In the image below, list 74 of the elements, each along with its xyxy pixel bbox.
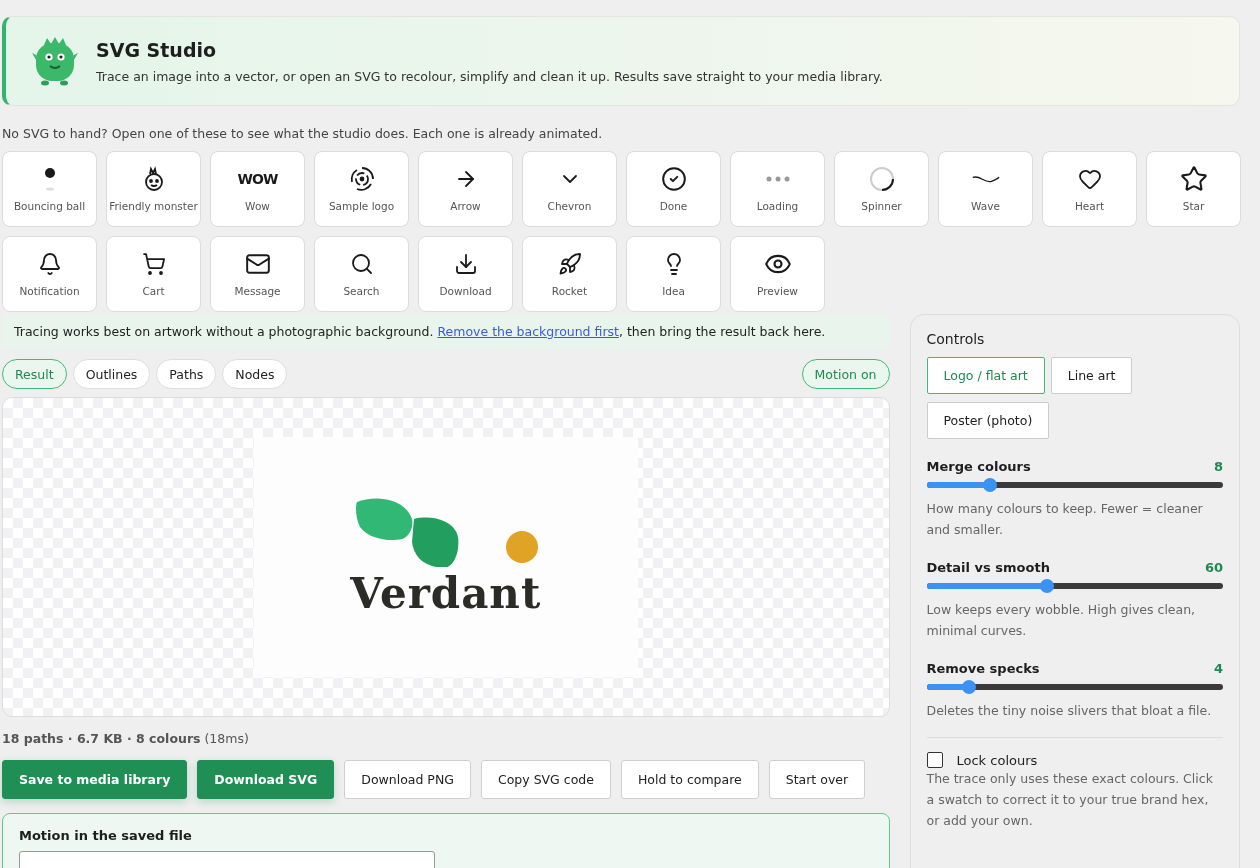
slider-thumb[interactable] xyxy=(983,478,998,492)
preset-button[interactable]: Logo / flat art xyxy=(926,357,1045,394)
action-button[interactable]: Copy SVG code xyxy=(480,760,611,799)
slider-thumb[interactable] xyxy=(962,680,977,694)
sample-tile[interactable]: Loading xyxy=(730,151,825,227)
sample-tile[interactable]: Download xyxy=(418,236,513,312)
slider-hint: How many colours to keep. Fewer = cleaner and smaller. xyxy=(926,500,1204,539)
action-button[interactable]: Download SVG xyxy=(197,760,335,799)
sample-tile[interactable]: Idea xyxy=(626,236,721,312)
sample-tile[interactable]: Message xyxy=(210,236,305,312)
search-icon xyxy=(349,252,374,276)
sample-tile[interactable]: Chevron xyxy=(522,151,617,227)
logo-icon xyxy=(348,166,375,192)
sample-tile[interactable]: Heart xyxy=(1042,151,1137,227)
sample-tile[interactable]: Notification xyxy=(2,236,97,312)
action-button[interactable]: Start over xyxy=(768,760,866,799)
motion-title: Motion in the saved file xyxy=(19,828,193,843)
sample-tile[interactable]: Rocket xyxy=(522,236,617,312)
sample-tile[interactable]: Bouncing ball xyxy=(2,151,97,227)
motion-toggle[interactable]: Motion on xyxy=(801,359,890,389)
lock-label: Lock colours xyxy=(956,752,1038,768)
slider-hint: Low keeps every wobble. High gives clean, minimal curves. xyxy=(926,601,1197,640)
tip-message: Tracing works best on artwork without a photographic background. Remove the background first, then bring the result back here. xyxy=(2,314,890,349)
sample-tile[interactable]: Cart xyxy=(106,236,201,312)
view-tab[interactable]: Result xyxy=(2,359,67,389)
preset-button[interactable]: Poster (photo) xyxy=(926,402,1050,439)
wow-glyph: WOW xyxy=(237,171,278,187)
action-button[interactable]: Download PNG xyxy=(344,760,471,799)
view-tab[interactable]: Outlines xyxy=(72,359,151,389)
view-tab[interactable]: Nodes xyxy=(222,359,288,389)
slider-value: 4 xyxy=(1213,661,1223,676)
lock-hint: The trace only uses these exact colours. Click a swatch to correct it to your true brand hex, or add your own. xyxy=(926,770,1214,830)
slider-value: 60 xyxy=(1204,560,1223,575)
sample-tile[interactable]: Search xyxy=(314,236,409,312)
sample-tile[interactable]: WOW Wow xyxy=(210,151,305,227)
sample-tile[interactable]: Friendly monster xyxy=(106,151,201,227)
trace-stats: 18 paths · 6.7 KB · 8 colours (18ms) xyxy=(2,731,250,746)
spinner-icon xyxy=(868,166,895,192)
mail-icon xyxy=(244,251,271,277)
action-button[interactable]: Save to media library xyxy=(2,760,188,799)
rocket-icon xyxy=(557,252,582,276)
sample-tile[interactable]: Sample logo xyxy=(314,151,409,227)
sample-tile[interactable]: Arrow xyxy=(418,151,513,227)
slider-label: Detail vs smooth xyxy=(926,560,1050,575)
app-title: SVG Studio xyxy=(96,38,218,61)
samples-intro: No SVG to hand? Open one of these to see what the studio does. Each one is already animated. xyxy=(2,126,604,141)
wave-icon xyxy=(971,173,1000,185)
view-tab[interactable]: Paths xyxy=(156,359,217,389)
mascot-icon xyxy=(30,35,80,87)
cart-icon xyxy=(141,252,166,276)
slider-thumb[interactable] xyxy=(1039,579,1054,593)
download-icon xyxy=(453,252,478,276)
sample-tile[interactable]: Wave xyxy=(938,151,1033,227)
check-icon xyxy=(660,166,687,192)
dots-icon xyxy=(765,176,790,182)
bell-icon xyxy=(37,252,62,276)
sample-tile[interactable]: Done xyxy=(626,151,721,227)
app-subtitle: Trace an image into a vector, or open an SVG to recolour, simplify and clean it up. Results save straight to your media library. xyxy=(96,68,883,84)
star-icon xyxy=(1179,165,1208,193)
slider-hint: Deletes the tiny noise slivers that bloat a file. xyxy=(926,702,1213,720)
remove-background-link[interactable]: Remove the background first xyxy=(437,324,619,339)
controls-title: Controls xyxy=(926,331,986,347)
slider-value: 8 xyxy=(1213,459,1223,474)
preset-button[interactable]: Line art xyxy=(1050,357,1133,394)
sample-tile[interactable]: Spinner xyxy=(834,151,929,227)
slider-label: Remove specks xyxy=(926,661,1040,676)
wordmark: Verdant xyxy=(350,568,542,618)
lock-checkbox[interactable] xyxy=(926,752,943,768)
action-button[interactable]: Hold to compare xyxy=(620,760,759,799)
heart-icon xyxy=(1077,167,1102,191)
sample-tile[interactable]: Preview xyxy=(730,236,825,312)
ball-icon xyxy=(43,166,56,192)
sample-tile[interactable]: Star xyxy=(1146,151,1241,227)
slider-label: Merge colours xyxy=(926,459,1031,474)
